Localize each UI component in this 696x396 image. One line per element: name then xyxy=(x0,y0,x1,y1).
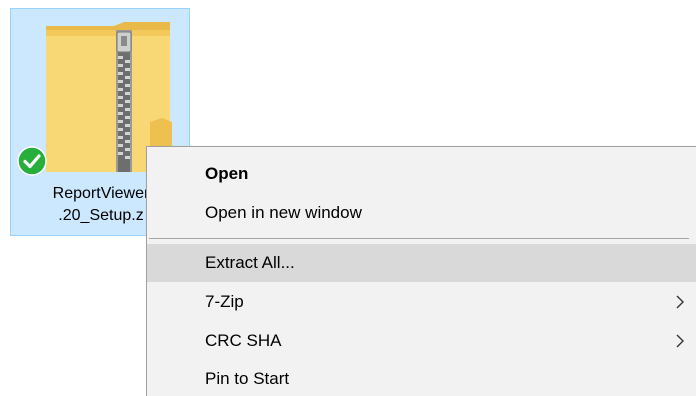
context-menu: Open Open in new window Extract All... 7… xyxy=(146,146,696,396)
menu-item-extract-all[interactable]: Extract All... xyxy=(147,244,696,282)
chevron-right-icon xyxy=(673,295,687,309)
menu-item-pin-to-start[interactable]: Pin to Start xyxy=(147,360,696,396)
menu-item-open[interactable]: Open xyxy=(147,155,696,193)
menu-item-label: Pin to Start xyxy=(205,369,290,388)
menu-item-label: Extract All... xyxy=(205,253,295,272)
menu-item-open-in-new-window[interactable]: Open in new window xyxy=(147,194,696,232)
desktop-area: ReportViewer .20_Setup.z Open Open in ne… xyxy=(0,0,696,396)
sync-ok-check-icon xyxy=(17,146,47,176)
menu-item-label: Open in new window xyxy=(205,203,362,222)
menu-item-label: Open xyxy=(205,164,249,183)
chevron-right-icon xyxy=(673,334,687,348)
menu-item-7-zip[interactable]: 7-Zip xyxy=(147,283,696,321)
menu-separator xyxy=(149,238,689,239)
menu-item-crc-sha[interactable]: CRC SHA xyxy=(147,322,696,360)
menu-item-label: 7-Zip xyxy=(205,292,244,311)
menu-item-label: CRC SHA xyxy=(205,331,282,350)
